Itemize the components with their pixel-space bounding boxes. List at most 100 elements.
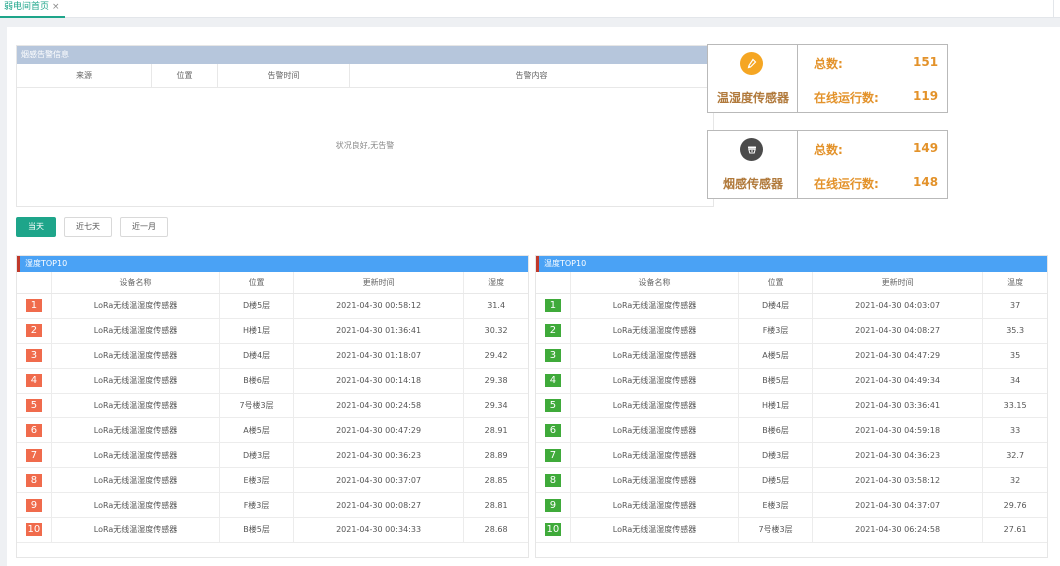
column-header-source: 来源 — [17, 64, 152, 87]
table-row: 6 LoRa无线温湿度传感器 B楼6层 2021-04-30 04:59:18 33 — [536, 418, 1047, 444]
column-header-update-time: 更新时间 — [813, 272, 984, 293]
rank-badge: 3 — [544, 349, 561, 363]
location-cell: D楼4层 — [739, 294, 813, 318]
location-cell: H楼1层 — [220, 318, 294, 343]
filter-week-button[interactable]: 近七天 — [64, 217, 112, 237]
rank-badge: 5 — [544, 399, 561, 412]
rank-badge: 7 — [25, 448, 42, 462]
temperature-table-header: 设备名称 位置 更新时间 温度 — [536, 272, 1047, 294]
total-label: 总数: — [814, 57, 843, 71]
smoke-alarm-panel: 烟感告警信息 来源 位置 告警时间 告警内容 状况良好,无告警 — [16, 45, 714, 207]
update-time-cell: 2021-04-30 03:36:41 — [813, 393, 984, 418]
humidity-table-body: 1 LoRa无线温湿度传感器 D楼5层 2021-04-30 00:58:12 31.4… — [17, 294, 528, 543]
rank-badge: 9 — [25, 498, 42, 512]
tab-home[interactable]: 弱电间首页 × — [0, 0, 65, 18]
update-time-cell: 2021-04-30 04:59:18 — [813, 418, 984, 443]
table-row: 10 LoRa无线温湿度传感器 B楼5层 2021-04-30 00:34:33 28.… — [17, 518, 528, 543]
temperature-table-body: 1 LoRa无线温湿度传感器 D楼4层 2021-04-30 04:03:07 37 2 L… — [536, 294, 1047, 543]
rank-cell: 8 — [17, 468, 52, 493]
alarm-panel-title: 烟感告警信息 — [17, 46, 713, 64]
rank-badge: 2 — [544, 324, 561, 338]
close-icon[interactable]: × — [52, 2, 60, 12]
location-cell: A楼5层 — [739, 343, 813, 368]
column-header-device-name: 设备名称 — [571, 272, 740, 293]
rank-badge: 3 — [25, 349, 42, 363]
column-header-rank — [17, 272, 52, 293]
value-cell: 30.32 — [484, 326, 508, 336]
table-row: 5 LoRa无线温湿度传感器 7号楼3层 2021-04-30 00:24:58 29.… — [17, 393, 528, 419]
online-label: 在线运行数: — [814, 177, 879, 191]
table-row: 1 LoRa无线温湿度传感器 D楼4层 2021-04-30 04:03:07 37 — [536, 294, 1047, 319]
location-cell: B楼6层 — [739, 418, 813, 443]
column-header-device-name: 设备名称 — [52, 272, 221, 293]
rank-cell: 10 — [17, 518, 52, 542]
location-cell: B楼6层 — [220, 368, 294, 393]
device-name-cell: LoRa无线温湿度传感器 — [571, 294, 740, 318]
column-header-rank — [536, 272, 571, 293]
update-time-cell: 2021-04-30 00:37:07 — [294, 468, 465, 493]
update-time-cell: 2021-04-30 00:08:27 — [294, 493, 465, 518]
stat-card-temp-humidity: 温湿度传感器 总数: 151 在线运行数: 119 — [707, 44, 948, 113]
rank-cell: 3 — [536, 343, 571, 368]
location-cell: A楼5层 — [220, 418, 294, 443]
stat-card-name: 烟感传感器 — [722, 177, 783, 191]
rank-cell: 9 — [536, 493, 571, 518]
filter-today-button[interactable]: 当天 — [16, 217, 56, 237]
table-row: 2 LoRa无线温湿度传感器 F楼3层 2021-04-30 04:08:27 35.3 — [536, 318, 1047, 344]
update-time-cell: 2021-04-30 04:49:34 — [813, 368, 984, 393]
value-cell: 27.61 — [1003, 525, 1027, 535]
device-name-cell: LoRa无线温湿度传感器 — [571, 518, 740, 542]
device-name-cell: LoRa无线温湿度传感器 — [52, 443, 221, 468]
table-row: 7 LoRa无线温湿度传感器 D楼3层 2021-04-30 00:36:23 28.8… — [17, 443, 528, 469]
rank-cell: 10 — [536, 518, 571, 542]
rank-cell: 6 — [17, 418, 52, 443]
device-name-cell: LoRa无线温湿度传感器 — [571, 318, 740, 343]
rank-badge: 8 — [544, 473, 561, 487]
stat-card-label: 温湿度传感器 — [708, 45, 798, 112]
update-time-cell: 2021-04-30 06:24:58 — [813, 518, 984, 542]
update-time-cell: 2021-04-30 00:34:33 — [294, 518, 465, 542]
column-header-alarm-time: 告警时间 — [218, 64, 350, 87]
table-row: 2 LoRa无线温湿度传感器 H楼1层 2021-04-30 01:36:41 30.3… — [17, 318, 528, 344]
value-cell: 33 — [1010, 425, 1021, 435]
value-cell: 32.7 — [1006, 450, 1025, 460]
stat-card-smoke: 烟感传感器 总数: 149 在线运行数: 148 — [707, 130, 948, 199]
column-header-location: 位置 — [220, 272, 294, 293]
rank-cell: 2 — [536, 318, 571, 343]
location-cell: B楼5层 — [739, 368, 813, 393]
table-row: 10 LoRa无线温湿度传感器 7号楼3层 2021-04-30 06:24:58 27… — [536, 518, 1047, 543]
alarm-empty-message: 状况良好,无告警 — [335, 141, 395, 150]
rank-cell: 7 — [17, 443, 52, 468]
value-cell: 34 — [1010, 376, 1021, 386]
rank-badge: 6 — [544, 423, 561, 437]
value-cell: 28.68 — [484, 525, 508, 535]
table-row: 3 LoRa无线温湿度传感器 A楼5层 2021-04-30 04:47:29 35 — [536, 343, 1047, 369]
stat-card-name: 温湿度传感器 — [716, 91, 789, 105]
alarm-table-header: 来源 位置 告警时间 告警内容 — [17, 64, 713, 88]
humidity-table-title: 湿度TOP10 — [17, 256, 528, 272]
rank-badge: 6 — [25, 423, 42, 437]
update-time-cell: 2021-04-30 00:14:18 — [294, 368, 465, 393]
value-cell: 32 — [1010, 475, 1021, 485]
location-cell: 7号楼3层 — [739, 518, 813, 542]
column-header-alarm-content: 告警内容 — [515, 71, 548, 80]
rank-badge: 9 — [544, 498, 561, 512]
tab-label: 弱电间首页 — [4, 2, 50, 12]
value-cell: 28.85 — [484, 475, 508, 485]
column-header-location: 位置 — [152, 64, 218, 87]
update-time-cell: 2021-04-30 00:47:29 — [294, 418, 465, 443]
update-time-cell: 2021-04-30 04:08:27 — [813, 318, 984, 343]
update-time-cell: 2021-04-30 00:36:23 — [294, 443, 465, 468]
rank-badge: 1 — [544, 299, 561, 313]
location-cell: D楼3层 — [220, 443, 294, 468]
tab-scroll-handle[interactable] — [1053, 0, 1060, 18]
rank-badge: 4 — [544, 374, 561, 388]
update-time-cell: 2021-04-30 04:47:29 — [813, 343, 984, 368]
device-name-cell: LoRa无线温湿度传感器 — [52, 368, 221, 393]
location-cell: D楼5层 — [220, 294, 294, 318]
device-name-cell: LoRa无线温湿度传感器 — [52, 318, 221, 343]
device-name-cell: LoRa无线温湿度传感器 — [52, 393, 221, 418]
device-name-cell: LoRa无线温湿度传感器 — [571, 343, 740, 368]
device-name-cell: LoRa无线温湿度传感器 — [52, 418, 221, 443]
filter-month-button[interactable]: 近一月 — [120, 217, 168, 237]
